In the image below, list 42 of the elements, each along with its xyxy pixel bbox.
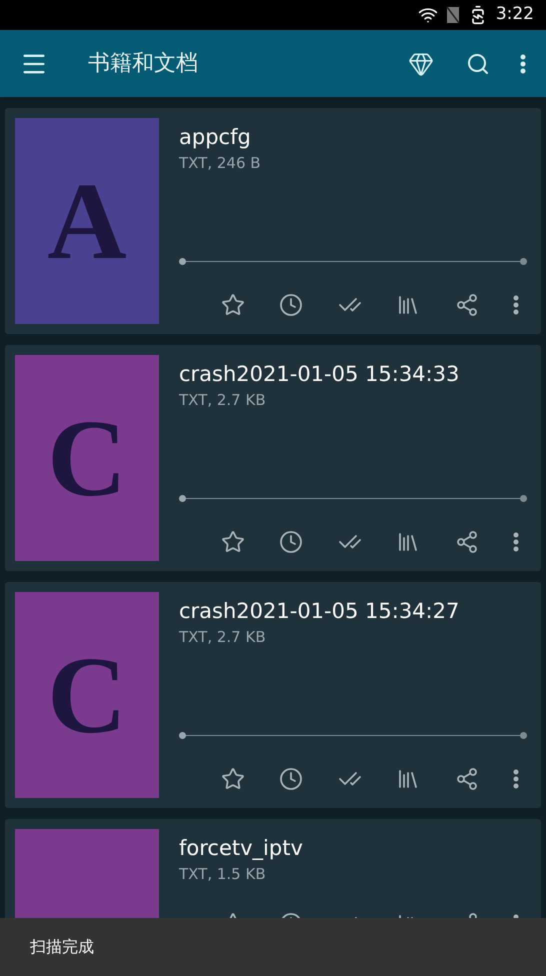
slider-thumb[interactable] <box>179 732 186 740</box>
premium-button[interactable] <box>408 50 434 76</box>
cover-letter: A <box>47 166 127 276</box>
book-title: crash2021-01-05 15:34:33 <box>179 361 460 388</box>
cover-letter: C <box>47 640 127 750</box>
slider-thumb[interactable] <box>179 495 186 502</box>
more-button[interactable] <box>520 54 526 74</box>
book-card[interactable]: C crash2021-01-05 15:34:33 TXT, 2.7 KB <box>5 345 541 571</box>
book-info: TXT, 1.5 KB <box>179 864 267 886</box>
more-icon <box>512 532 519 552</box>
clock-icon <box>279 766 304 791</box>
more-icon <box>512 294 519 315</box>
share-icon <box>454 530 479 554</box>
star-icon <box>221 530 245 554</box>
snackbar-message: 扫描完成 <box>30 936 94 958</box>
book-info: TXT, 2.7 KB <box>179 627 267 648</box>
app-title: 书籍和文档 <box>88 50 199 78</box>
book-title: appcfg <box>179 124 252 150</box>
search-icon <box>466 52 490 76</box>
slider-thumb[interactable] <box>179 258 186 266</box>
book-info: TXT, 246 B <box>179 153 262 174</box>
star-icon <box>221 766 245 791</box>
progress-slider[interactable] <box>179 256 527 267</box>
clock-icon <box>279 530 304 554</box>
clock-time: 3:22 <box>496 3 534 26</box>
star-icon <box>221 292 245 317</box>
cover-letter: C <box>47 403 127 513</box>
book-card[interactable]: A appcfg TXT, 246 B <box>5 108 541 334</box>
more-icon <box>512 768 519 789</box>
book-title: forcetv_iptv <box>179 835 304 862</box>
no-signal-icon <box>446 6 460 24</box>
share-icon <box>454 766 479 791</box>
progress-slider[interactable] <box>179 494 527 504</box>
book-title: crash2021-01-05 15:34:27 <box>179 598 460 624</box>
book-card[interactable]: C crash2021-01-05 15:34:27 TXT, 2.7 KB <box>5 582 541 808</box>
search-button[interactable] <box>466 52 490 76</box>
share-icon <box>454 292 479 317</box>
more-icon <box>520 54 526 74</box>
book-info: TXT, 2.7 KB <box>179 390 267 412</box>
gem-icon <box>408 50 434 76</box>
clock-icon <box>279 292 304 317</box>
progress-slider[interactable] <box>179 730 527 741</box>
